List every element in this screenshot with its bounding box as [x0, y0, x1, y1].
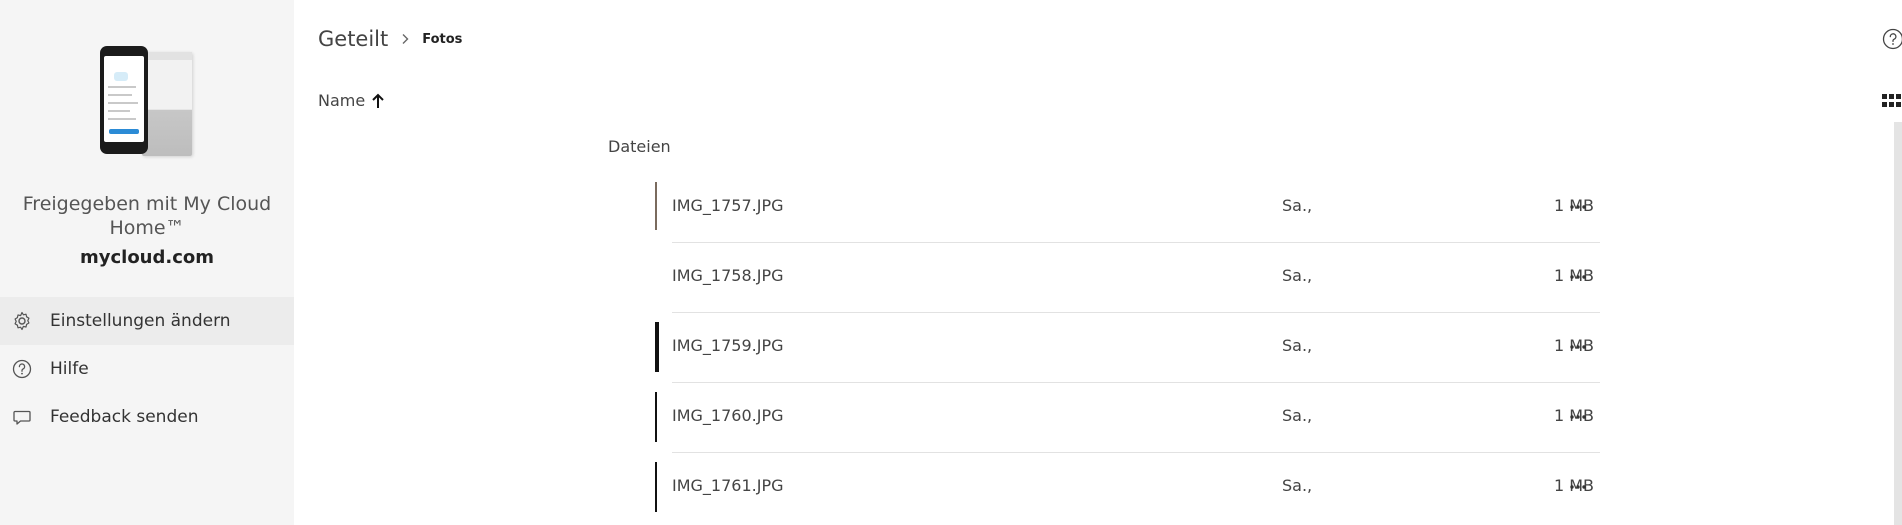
menu-item-help[interactable]: Hilfe: [0, 345, 294, 393]
breadcrumb-current: Fotos: [422, 31, 463, 47]
file-name: IMG_1758.JPG: [672, 266, 784, 285]
file-name: IMG_1760.JPG: [672, 406, 784, 425]
menu-item-feedback[interactable]: Feedback senden: [0, 393, 294, 441]
file-date: Sa.,: [1282, 476, 1313, 495]
device-illustration: [98, 42, 198, 160]
breadcrumb: Geteilt Fotos: [318, 24, 462, 54]
shared-with-text: Freigegeben mit My Cloud Home™: [22, 193, 272, 239]
file-date: Sa.,: [1282, 266, 1313, 285]
file-row[interactable]: IMG_1759.JPG Sa., 1 MB: [650, 312, 1600, 383]
arrow-up-icon: [372, 93, 384, 108]
more-options-icon[interactable]: [1568, 478, 1588, 496]
more-options-icon[interactable]: [1568, 408, 1588, 426]
gear-icon: [14, 311, 30, 331]
file-thumbnail: [655, 322, 659, 372]
file-name: IMG_1759.JPG: [672, 336, 784, 355]
more-options-icon[interactable]: [1568, 338, 1588, 356]
menu-item-settings[interactable]: Einstellungen ändern: [0, 297, 294, 345]
file-row[interactable]: IMG_1757.JPG Sa., 1 MB: [650, 172, 1600, 243]
menu-item-label: Feedback senden: [50, 407, 199, 427]
file-date: Sa.,: [1282, 406, 1313, 425]
file-date: Sa.,: [1282, 336, 1313, 355]
domain-link[interactable]: mycloud.com: [0, 247, 294, 268]
menu-item-label: Einstellungen ändern: [50, 311, 231, 331]
more-options-icon[interactable]: [1568, 268, 1588, 286]
help-icon[interactable]: [1882, 28, 1902, 50]
breadcrumb-root-link[interactable]: Geteilt: [318, 27, 388, 51]
file-row[interactable]: IMG_1760.JPG Sa., 1 MB: [650, 382, 1600, 453]
file-name: IMG_1761.JPG: [672, 476, 784, 495]
file-row[interactable]: IMG_1758.JPG Sa., 1 MB: [650, 242, 1600, 313]
sort-label: Name: [318, 91, 366, 110]
file-date: Sa.,: [1282, 196, 1313, 215]
file-name: IMG_1757.JPG: [672, 196, 784, 215]
phone-image: [100, 46, 148, 154]
section-label-files: Dateien: [608, 137, 671, 156]
help-icon: [12, 359, 32, 379]
feedback-icon: [13, 410, 31, 425]
sidebar: Freigegeben mit My Cloud Home™ mycloud.c…: [0, 0, 294, 525]
scrollbar[interactable]: [1894, 122, 1902, 525]
file-thumbnail: [655, 182, 657, 230]
more-options-icon[interactable]: [1568, 198, 1588, 216]
file-row[interactable]: IMG_1761.JPG Sa., 1 MB: [650, 452, 1600, 522]
menu-item-label: Hilfe: [50, 359, 89, 379]
nas-box-image: [142, 52, 192, 156]
sort-by-name-button[interactable]: Name: [318, 91, 386, 110]
chevron-right-icon: [402, 34, 409, 44]
grid-view-icon[interactable]: [1882, 94, 1902, 108]
file-thumbnail: [655, 462, 657, 512]
file-thumbnail: [655, 392, 657, 442]
